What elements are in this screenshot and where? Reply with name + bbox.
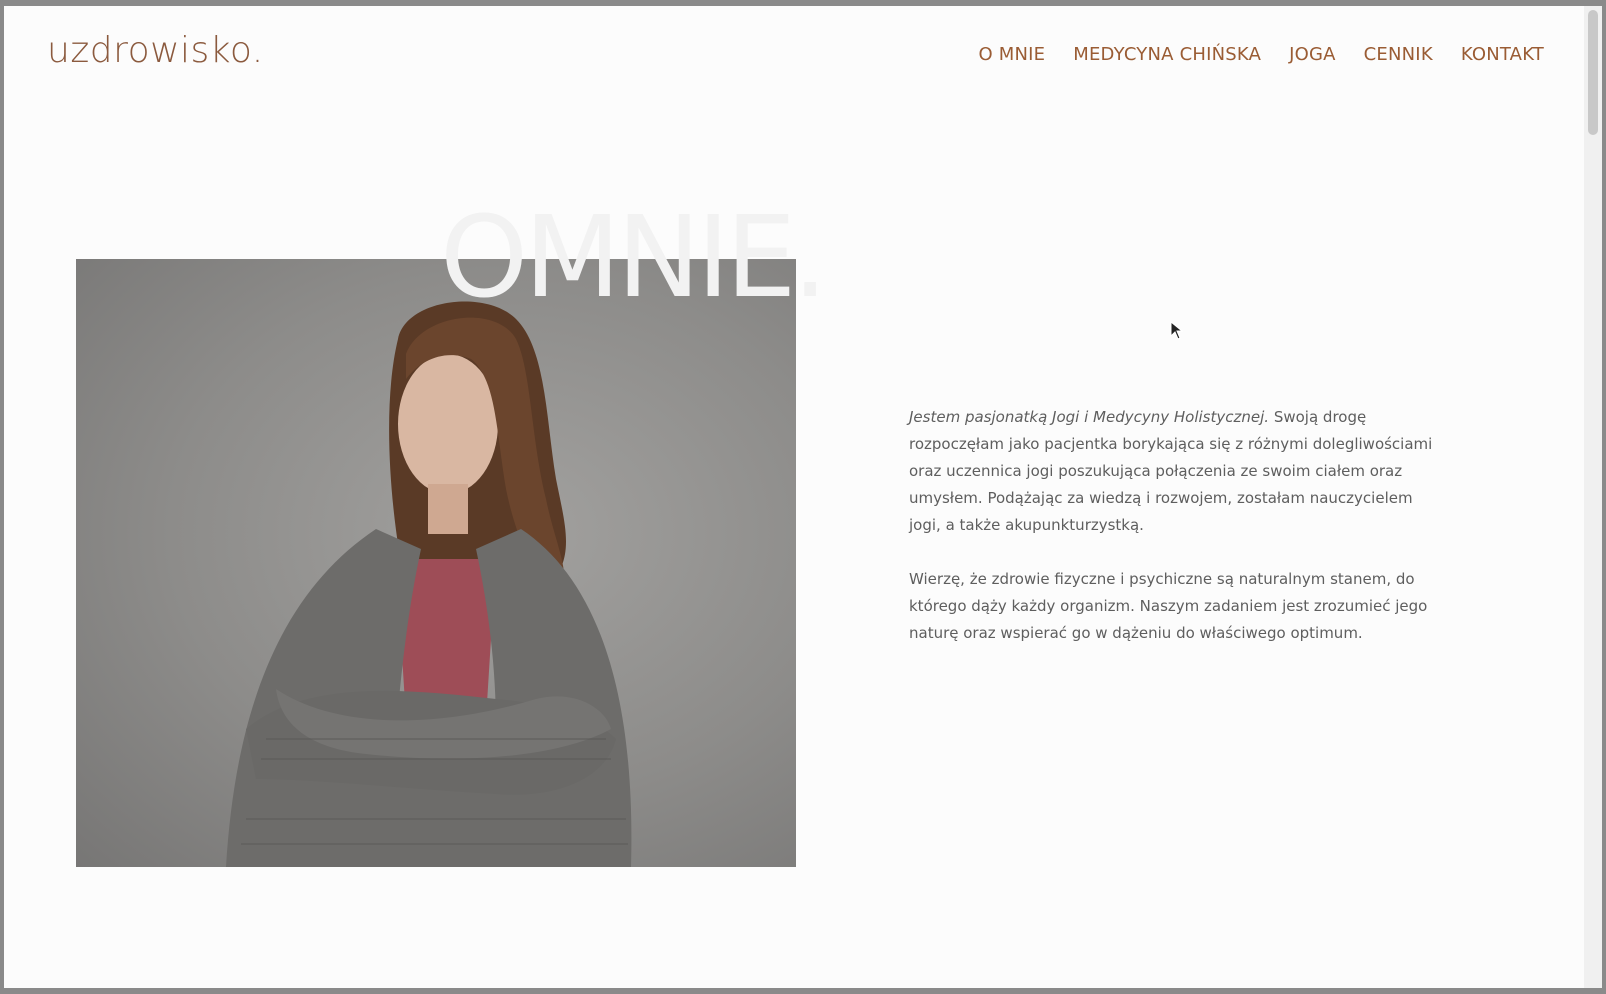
mouse-cursor-icon [1170, 321, 1184, 340]
portrait-photo [76, 259, 796, 867]
bio-paragraph-2: Wierzę, że zdrowie fizyczne i psychiczne… [909, 570, 1428, 642]
nav-item-kontakt[interactable]: KONTAKT [1461, 44, 1544, 65]
bio-paragraph-1: Jestem pasjonatką Jogi i Medycyny Holist… [909, 404, 1449, 539]
scrollbar-thumb[interactable] [1588, 10, 1598, 135]
site-logo[interactable]: uzdrowisko. [47, 30, 264, 71]
vertical-scrollbar[interactable] [1584, 6, 1602, 988]
hero-title: OMNIE. [440, 193, 828, 323]
nav-item-cennik[interactable]: CENNIK [1364, 44, 1433, 65]
bio-text: Jestem pasjonatką Jogi i Medycyny Holist… [909, 404, 1449, 674]
main-nav: O MNIE MEDYCYNA CHIŃSKA JOGA CENNIK KONT… [978, 44, 1544, 65]
portrait-illustration [226, 301, 632, 867]
nav-item-joga[interactable]: JOGA [1289, 44, 1336, 65]
nav-item-o-mnie[interactable]: O MNIE [978, 44, 1045, 65]
bio-intro-rest: Swoją drogę rozpoczęłam jako pacjentka b… [909, 408, 1433, 534]
bio-intro-italic: Jestem pasjonatką Jogi i Medycyny Holist… [909, 408, 1270, 426]
browser-viewport: uzdrowisko. O MNIE MEDYCYNA CHIŃSKA JOGA… [4, 6, 1602, 988]
nav-item-medycyna-chinska[interactable]: MEDYCYNA CHIŃSKA [1073, 44, 1261, 65]
